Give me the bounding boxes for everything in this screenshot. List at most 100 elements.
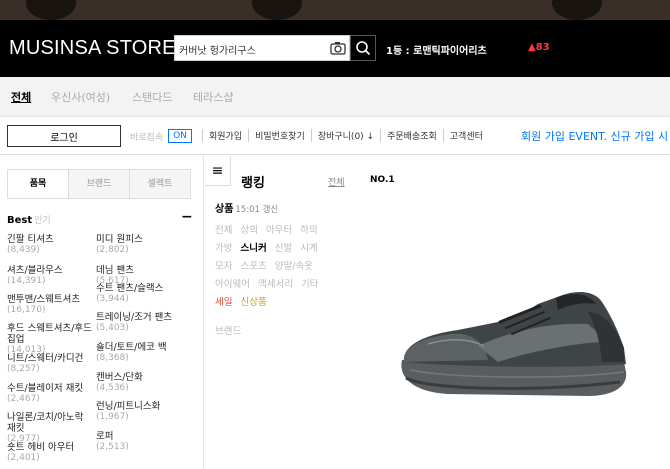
- utility-links: 회원가입 비밀번호찾기 장바구니(0) ↓ 주문배송조회 고객센터: [202, 129, 489, 142]
- filter-sports[interactable]: 스포츠: [240, 261, 266, 272]
- site-logo[interactable]: MUSINSA STORE: [9, 37, 176, 60]
- filter-watch[interactable]: 시계: [300, 243, 317, 254]
- best-title: Best: [7, 215, 33, 226]
- filter-row: 세일 신상품: [215, 294, 275, 308]
- list-item[interactable]: 맨투맨/스웨트셔츠 (16,170): [7, 294, 95, 316]
- product-title: 상품: [215, 204, 234, 215]
- list-item[interactable]: 미디 원피스 (2,802): [96, 234, 184, 256]
- tab-terrace-shop[interactable]: 테라스샵: [193, 89, 233, 105]
- category-sidebar: 품목 브랜드 셀렉트 Best 인기 − 긴팔 티셔츠 (8,439) 셔츠/블라우…: [0, 155, 204, 469]
- filter-sneakers[interactable]: 스니커: [240, 243, 266, 254]
- filter-row: 가방 스니커 신발 시계: [215, 240, 326, 254]
- category-label: 맨투맨/스웨트셔츠: [7, 294, 81, 305]
- search-input[interactable]: [179, 40, 319, 58]
- category-label: 캔버스/단화: [96, 372, 143, 383]
- list-item[interactable]: 런닝/피트니스화 (1,967): [96, 401, 184, 423]
- category-count: (4,536): [96, 383, 129, 393]
- filter-bag[interactable]: 가방: [215, 243, 232, 254]
- list-item[interactable]: 숏트 헤비 아우터 (2,401): [7, 442, 95, 464]
- category-label: 데님 팬츠: [96, 265, 134, 276]
- filter-accessory[interactable]: 액세서리: [258, 279, 293, 290]
- category-count: (16,170): [7, 305, 46, 315]
- category-label: 수트 팬츠/슬랙스: [96, 283, 164, 294]
- rank-number: NO.1: [370, 175, 395, 185]
- tab-standard[interactable]: 스탠다드: [132, 89, 172, 105]
- category-label: 트레이닝/조거 팬츠: [96, 312, 173, 323]
- utility-bar: 로그인 바로접속 ON 회원가입 비밀번호찾기 장바구니(0) ↓ 주문배송조회…: [0, 117, 670, 155]
- banner-figure: [552, 0, 602, 20]
- category-label: 수트/블레이저 재킷: [7, 383, 84, 394]
- store-category-tabs: 전체 우신사(여성) 스탠다드 테라스샵: [0, 77, 670, 117]
- category-count: (3,944): [96, 294, 129, 304]
- category-count: (2,802): [96, 245, 129, 255]
- list-item[interactable]: 트레이닝/조거 팬츠 (5,403): [96, 312, 184, 334]
- list-item[interactable]: 숄더/토트/에코 백 (8,368): [96, 342, 184, 364]
- event-banner-link[interactable]: 회원 가입 EVENT. 신규 가입 시: [521, 128, 668, 144]
- filter-tops[interactable]: 상의: [240, 225, 257, 236]
- product-image-sneaker[interactable]: [388, 282, 632, 412]
- menu-icon[interactable]: ≡: [205, 156, 231, 186]
- list-item[interactable]: 캔버스/단화 (4,536): [96, 372, 184, 394]
- category-label: 후드 스웨트셔츠/후드 집업: [7, 323, 92, 345]
- list-item[interactable]: 로퍼 (2,513): [96, 431, 184, 453]
- category-label: 나일론/코치/아노락 재킷: [7, 412, 84, 434]
- category-label: 니트/스웨터/카디건: [7, 353, 84, 364]
- list-item[interactable]: 나일론/코치/아노락 재킷 (2,977): [7, 412, 95, 445]
- category-count: (8,257): [7, 364, 40, 374]
- list-item[interactable]: 니트/스웨터/카디건 (8,257): [7, 353, 95, 375]
- filter-sale[interactable]: 세일: [215, 297, 232, 308]
- category-label: 숄더/토트/에코 백: [96, 342, 167, 353]
- find-password-link[interactable]: 비밀번호찾기: [248, 129, 311, 142]
- signup-link[interactable]: 회원가입: [202, 129, 248, 142]
- list-item[interactable]: 수트/블레이저 재킷 (2,467): [7, 383, 95, 405]
- filter-eyewear[interactable]: 아이웨어: [215, 279, 250, 290]
- category-label: 셔츠/블라우스: [7, 265, 63, 276]
- filter-socks-underwear[interactable]: 양말/속옷: [275, 261, 313, 272]
- ranking-title: 랭킹: [241, 176, 265, 191]
- sidebar-tab-select[interactable]: 셀렉트: [129, 170, 190, 198]
- list-item[interactable]: 긴팔 티셔츠 (8,439): [7, 234, 95, 256]
- filter-cap[interactable]: 모자: [215, 261, 232, 272]
- sidebar-tab-item[interactable]: 품목: [8, 170, 68, 198]
- filter-etc[interactable]: 기타: [301, 279, 318, 290]
- collapse-icon[interactable]: −: [181, 209, 193, 225]
- filter-new[interactable]: 신상품: [240, 297, 266, 308]
- category-label: 미디 원피스: [96, 234, 143, 245]
- order-tracking-link[interactable]: 주문배송조회: [380, 129, 443, 142]
- list-item[interactable]: 후드 스웨트셔츠/후드 집업 (14,013): [7, 323, 95, 356]
- list-item[interactable]: 셔츠/블라우스 (14,391): [7, 265, 95, 287]
- banner-figure: [26, 0, 76, 20]
- ranking-change-badge: ▲83: [528, 42, 550, 53]
- banner-figure: [252, 0, 302, 20]
- ranking-tab-all[interactable]: 전체: [328, 175, 345, 188]
- top-banner[interactable]: [0, 0, 670, 20]
- sidebar-tab-brand[interactable]: 브랜드: [68, 170, 129, 198]
- category-count: (2,513): [96, 442, 129, 452]
- category-count: (8,439): [7, 245, 40, 255]
- tab-wusinsa[interactable]: 우신사(여성): [51, 89, 110, 105]
- brand-label[interactable]: 브랜드: [215, 323, 241, 337]
- category-count: (2,467): [7, 394, 40, 404]
- category-count: (5,403): [96, 323, 129, 333]
- quick-access-toggle[interactable]: ON: [168, 129, 192, 143]
- filter-all[interactable]: 전체: [215, 225, 232, 236]
- product-heading: 상품 15:01 갱신: [215, 200, 278, 215]
- filter-outer[interactable]: 아우터: [266, 225, 292, 236]
- category-label: 로퍼: [96, 431, 114, 442]
- filter-row: 전체 상의 아우터 하의: [215, 222, 326, 236]
- category-count: (8,368): [96, 353, 129, 363]
- camera-search-icon[interactable]: [329, 39, 347, 57]
- search-button[interactable]: [350, 35, 376, 61]
- category-label: 런닝/피트니스화: [96, 401, 161, 412]
- update-time: 15:01 갱신: [235, 205, 279, 215]
- filter-bottoms[interactable]: 하의: [300, 225, 317, 236]
- list-item[interactable]: 수트 팬츠/슬랙스 (3,944): [96, 283, 184, 305]
- customer-center-link[interactable]: 고객센터: [442, 129, 489, 142]
- tab-all[interactable]: 전체: [11, 89, 31, 105]
- category-count: (2,401): [7, 453, 40, 463]
- site-header: MUSINSA STORE 1등 : 로맨틱파이어리츠 ▲83: [0, 20, 670, 77]
- login-button[interactable]: 로그인: [7, 125, 121, 147]
- realtime-ranking[interactable]: 1등 : 로맨틱파이어리츠: [386, 42, 487, 57]
- cart-link[interactable]: 장바구니(0) ↓: [310, 129, 380, 142]
- filter-shoes[interactable]: 신발: [275, 243, 292, 254]
